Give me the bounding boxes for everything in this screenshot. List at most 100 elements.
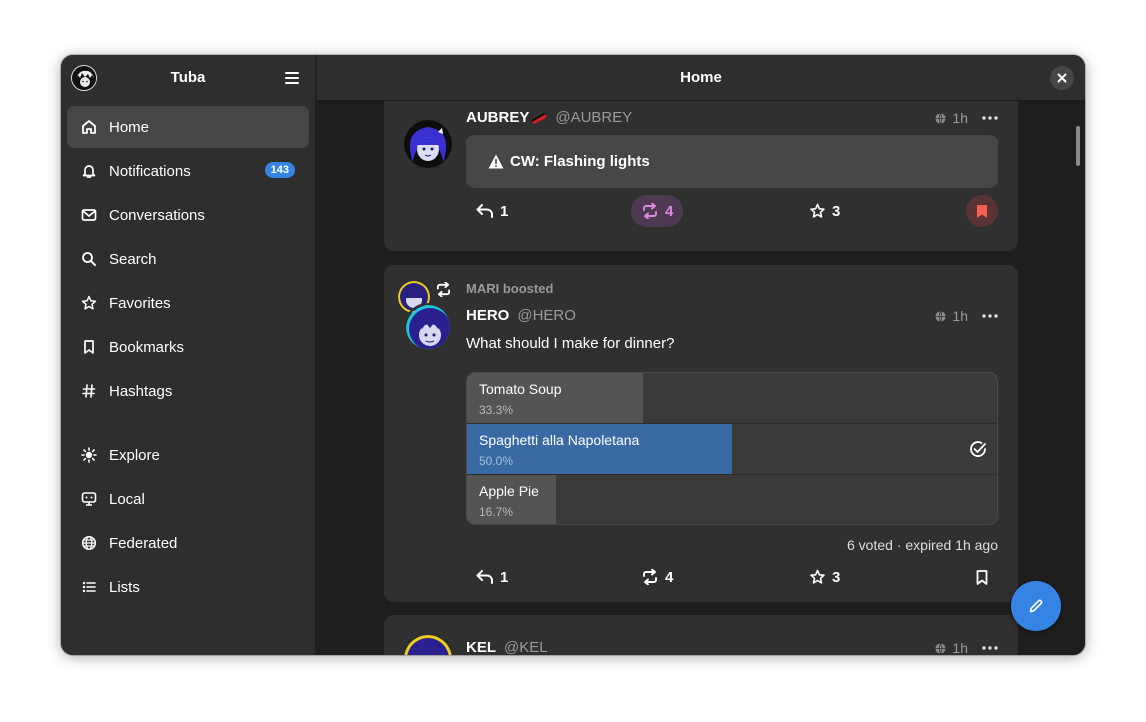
- hamburger-icon: [285, 72, 299, 84]
- poll: Tomato Soup 33.3% Spaghetti alla Napolet…: [466, 372, 998, 525]
- user-handle[interactable]: @KEL: [504, 639, 548, 655]
- close-icon: [1057, 73, 1067, 83]
- reply-button[interactable]: 1: [466, 195, 518, 227]
- bookmark-button[interactable]: [966, 195, 998, 227]
- poll-info: 6 voted · expired 1h ago: [847, 537, 998, 553]
- star-icon: [810, 203, 825, 218]
- app-title: Tuba: [170, 69, 206, 86]
- boost-indicator-icon: [436, 282, 451, 297]
- sidebar-item-search[interactable]: Search: [67, 238, 309, 280]
- post-content: What should I make for dinner?: [466, 335, 675, 352]
- sidebar-nav: Home Notifications 143 Conversations Sea…: [67, 106, 309, 610]
- bookmark-icon: [81, 339, 97, 355]
- content-warning-text: CW: Flashing lights: [510, 153, 650, 170]
- search-icon: [81, 251, 97, 267]
- favorite-button[interactable]: 3: [799, 195, 850, 227]
- sidebar-item-bookmarks[interactable]: Bookmarks: [67, 326, 309, 368]
- sidebar-item-label: Notifications: [109, 162, 191, 180]
- sidebar-item-explore[interactable]: Explore: [67, 434, 309, 476]
- scrollbar[interactable]: [1076, 126, 1080, 166]
- post-card[interactable]: MARI boosted HERO @HERO 1h What should I…: [384, 265, 1018, 602]
- post-meta: 1h: [935, 110, 998, 126]
- poll-option-percent: 16.7%: [479, 505, 514, 519]
- sidebar-item-hashtags[interactable]: Hashtags: [67, 370, 309, 412]
- sidebar-item-home[interactable]: Home: [67, 106, 309, 148]
- sidebar-item-favorites[interactable]: Favorites: [67, 282, 309, 324]
- sidebar-item-label: Hashtags: [109, 382, 173, 400]
- poll-option[interactable]: Spaghetti alla Napoletana 50.0%: [467, 424, 997, 475]
- sidebar-item-federated[interactable]: Federated: [67, 522, 309, 564]
- sidebar: Tuba Home Notifications 143 Conversation…: [61, 55, 316, 655]
- compose-button[interactable]: [1011, 581, 1061, 631]
- bookmark-button[interactable]: [966, 561, 998, 593]
- poll-option[interactable]: Apple Pie 16.7%: [467, 475, 997, 524]
- post-time[interactable]: 1h: [952, 640, 968, 655]
- poll-option-label: Spaghetti alla Napoletana: [479, 432, 640, 448]
- mail-icon: [81, 207, 97, 223]
- star-icon: [81, 295, 97, 311]
- poll-option-percent: 50.0%: [479, 454, 514, 468]
- display-name[interactable]: HERO: [466, 307, 509, 324]
- boost-icon: [643, 203, 657, 219]
- local-icon: [81, 491, 97, 507]
- sidebar-item-conversations[interactable]: Conversations: [67, 194, 309, 236]
- bookmark-filled-icon: [977, 204, 987, 218]
- post-time[interactable]: 1h: [952, 110, 968, 126]
- globe-icon: [81, 535, 97, 551]
- post-author: HERO @HERO: [466, 307, 576, 324]
- avatar[interactable]: [404, 303, 452, 351]
- boosted-by-label[interactable]: MARI boosted: [466, 281, 553, 296]
- user-handle[interactable]: @AUBREY: [555, 109, 632, 126]
- sidebar-item-label: Favorites: [109, 294, 171, 312]
- reply-count: 1: [500, 568, 509, 586]
- list-icon: [81, 579, 97, 595]
- sidebar-item-label: Lists: [109, 578, 140, 596]
- home-icon: [81, 119, 97, 135]
- header-bar: Home: [317, 55, 1085, 101]
- post-time[interactable]: 1h: [952, 308, 968, 324]
- poll-option[interactable]: Tomato Soup 33.3%: [467, 373, 997, 424]
- flag-emoji-icon: [531, 112, 547, 124]
- favorite-count: 3: [832, 568, 841, 586]
- explore-icon: [81, 447, 97, 463]
- notifications-badge: 143: [264, 162, 295, 178]
- post-author: AUBREY @AUBREY: [466, 109, 632, 126]
- more-options-icon[interactable]: [982, 646, 998, 650]
- more-options-icon[interactable]: [982, 116, 998, 120]
- reply-icon: [476, 570, 493, 584]
- boost-count: 4: [665, 202, 674, 220]
- post-card[interactable]: AUBREY @AUBREY 1h CW: Flashing lights 1: [384, 85, 1018, 251]
- post-actions: 1 4 3: [466, 195, 998, 227]
- main-menu-button[interactable]: [283, 69, 301, 87]
- content-warning-button[interactable]: CW: Flashing lights: [466, 135, 998, 188]
- sidebar-item-local[interactable]: Local: [67, 478, 309, 520]
- pencil-icon: [1029, 599, 1043, 613]
- user-handle[interactable]: @HERO: [517, 307, 576, 324]
- reply-button[interactable]: 1: [466, 561, 518, 593]
- poll-option-percent: 33.3%: [479, 403, 514, 417]
- sidebar-item-lists[interactable]: Lists: [67, 566, 309, 608]
- favorite-button[interactable]: 3: [799, 561, 850, 593]
- display-name[interactable]: KEL: [466, 639, 496, 655]
- more-options-icon[interactable]: [982, 314, 998, 318]
- avatar[interactable]: [404, 635, 452, 655]
- post-meta: 1h: [935, 308, 998, 324]
- sidebar-item-notifications[interactable]: Notifications 143: [67, 150, 309, 192]
- sidebar-header: Tuba: [61, 55, 315, 101]
- reply-count: 1: [500, 202, 509, 220]
- avatar[interactable]: [404, 120, 452, 168]
- boost-button[interactable]: 4: [631, 195, 684, 227]
- close-button[interactable]: [1050, 66, 1074, 90]
- poll-option-label: Apple Pie: [479, 483, 539, 499]
- sidebar-item-label: Conversations: [109, 206, 205, 224]
- boost-button[interactable]: 4: [631, 561, 683, 593]
- boost-count: 4: [665, 568, 674, 586]
- sidebar-item-label: Bookmarks: [109, 338, 185, 356]
- favorite-count: 3: [832, 202, 841, 220]
- display-name[interactable]: AUBREY: [466, 109, 529, 126]
- post-card[interactable]: KEL @KEL 1h: [384, 615, 1018, 655]
- sidebar-item-label: Search: [109, 250, 157, 268]
- app-window: Tuba Home Notifications 143 Conversation…: [61, 55, 1085, 655]
- post-author: KEL @KEL: [466, 639, 548, 655]
- visibility-public-icon: [935, 310, 946, 322]
